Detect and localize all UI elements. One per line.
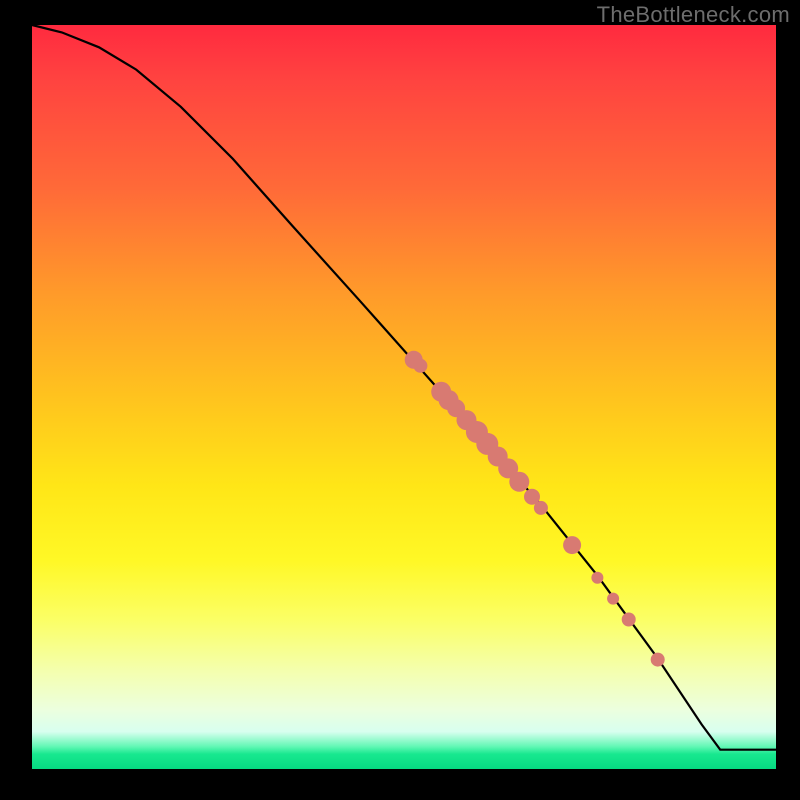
data-marker: [622, 613, 636, 627]
data-marker: [651, 653, 665, 667]
bottleneck-curve: [32, 25, 776, 750]
data-marker: [607, 593, 619, 605]
watermark-text: TheBottleneck.com: [597, 2, 790, 28]
data-marker: [413, 359, 427, 373]
data-marker: [534, 501, 548, 515]
data-marker: [509, 472, 529, 492]
chart-frame: TheBottleneck.com: [0, 0, 800, 800]
data-marker: [591, 572, 603, 584]
chart-svg: [32, 25, 776, 769]
marker-group: [405, 351, 665, 667]
data-marker: [563, 536, 581, 554]
